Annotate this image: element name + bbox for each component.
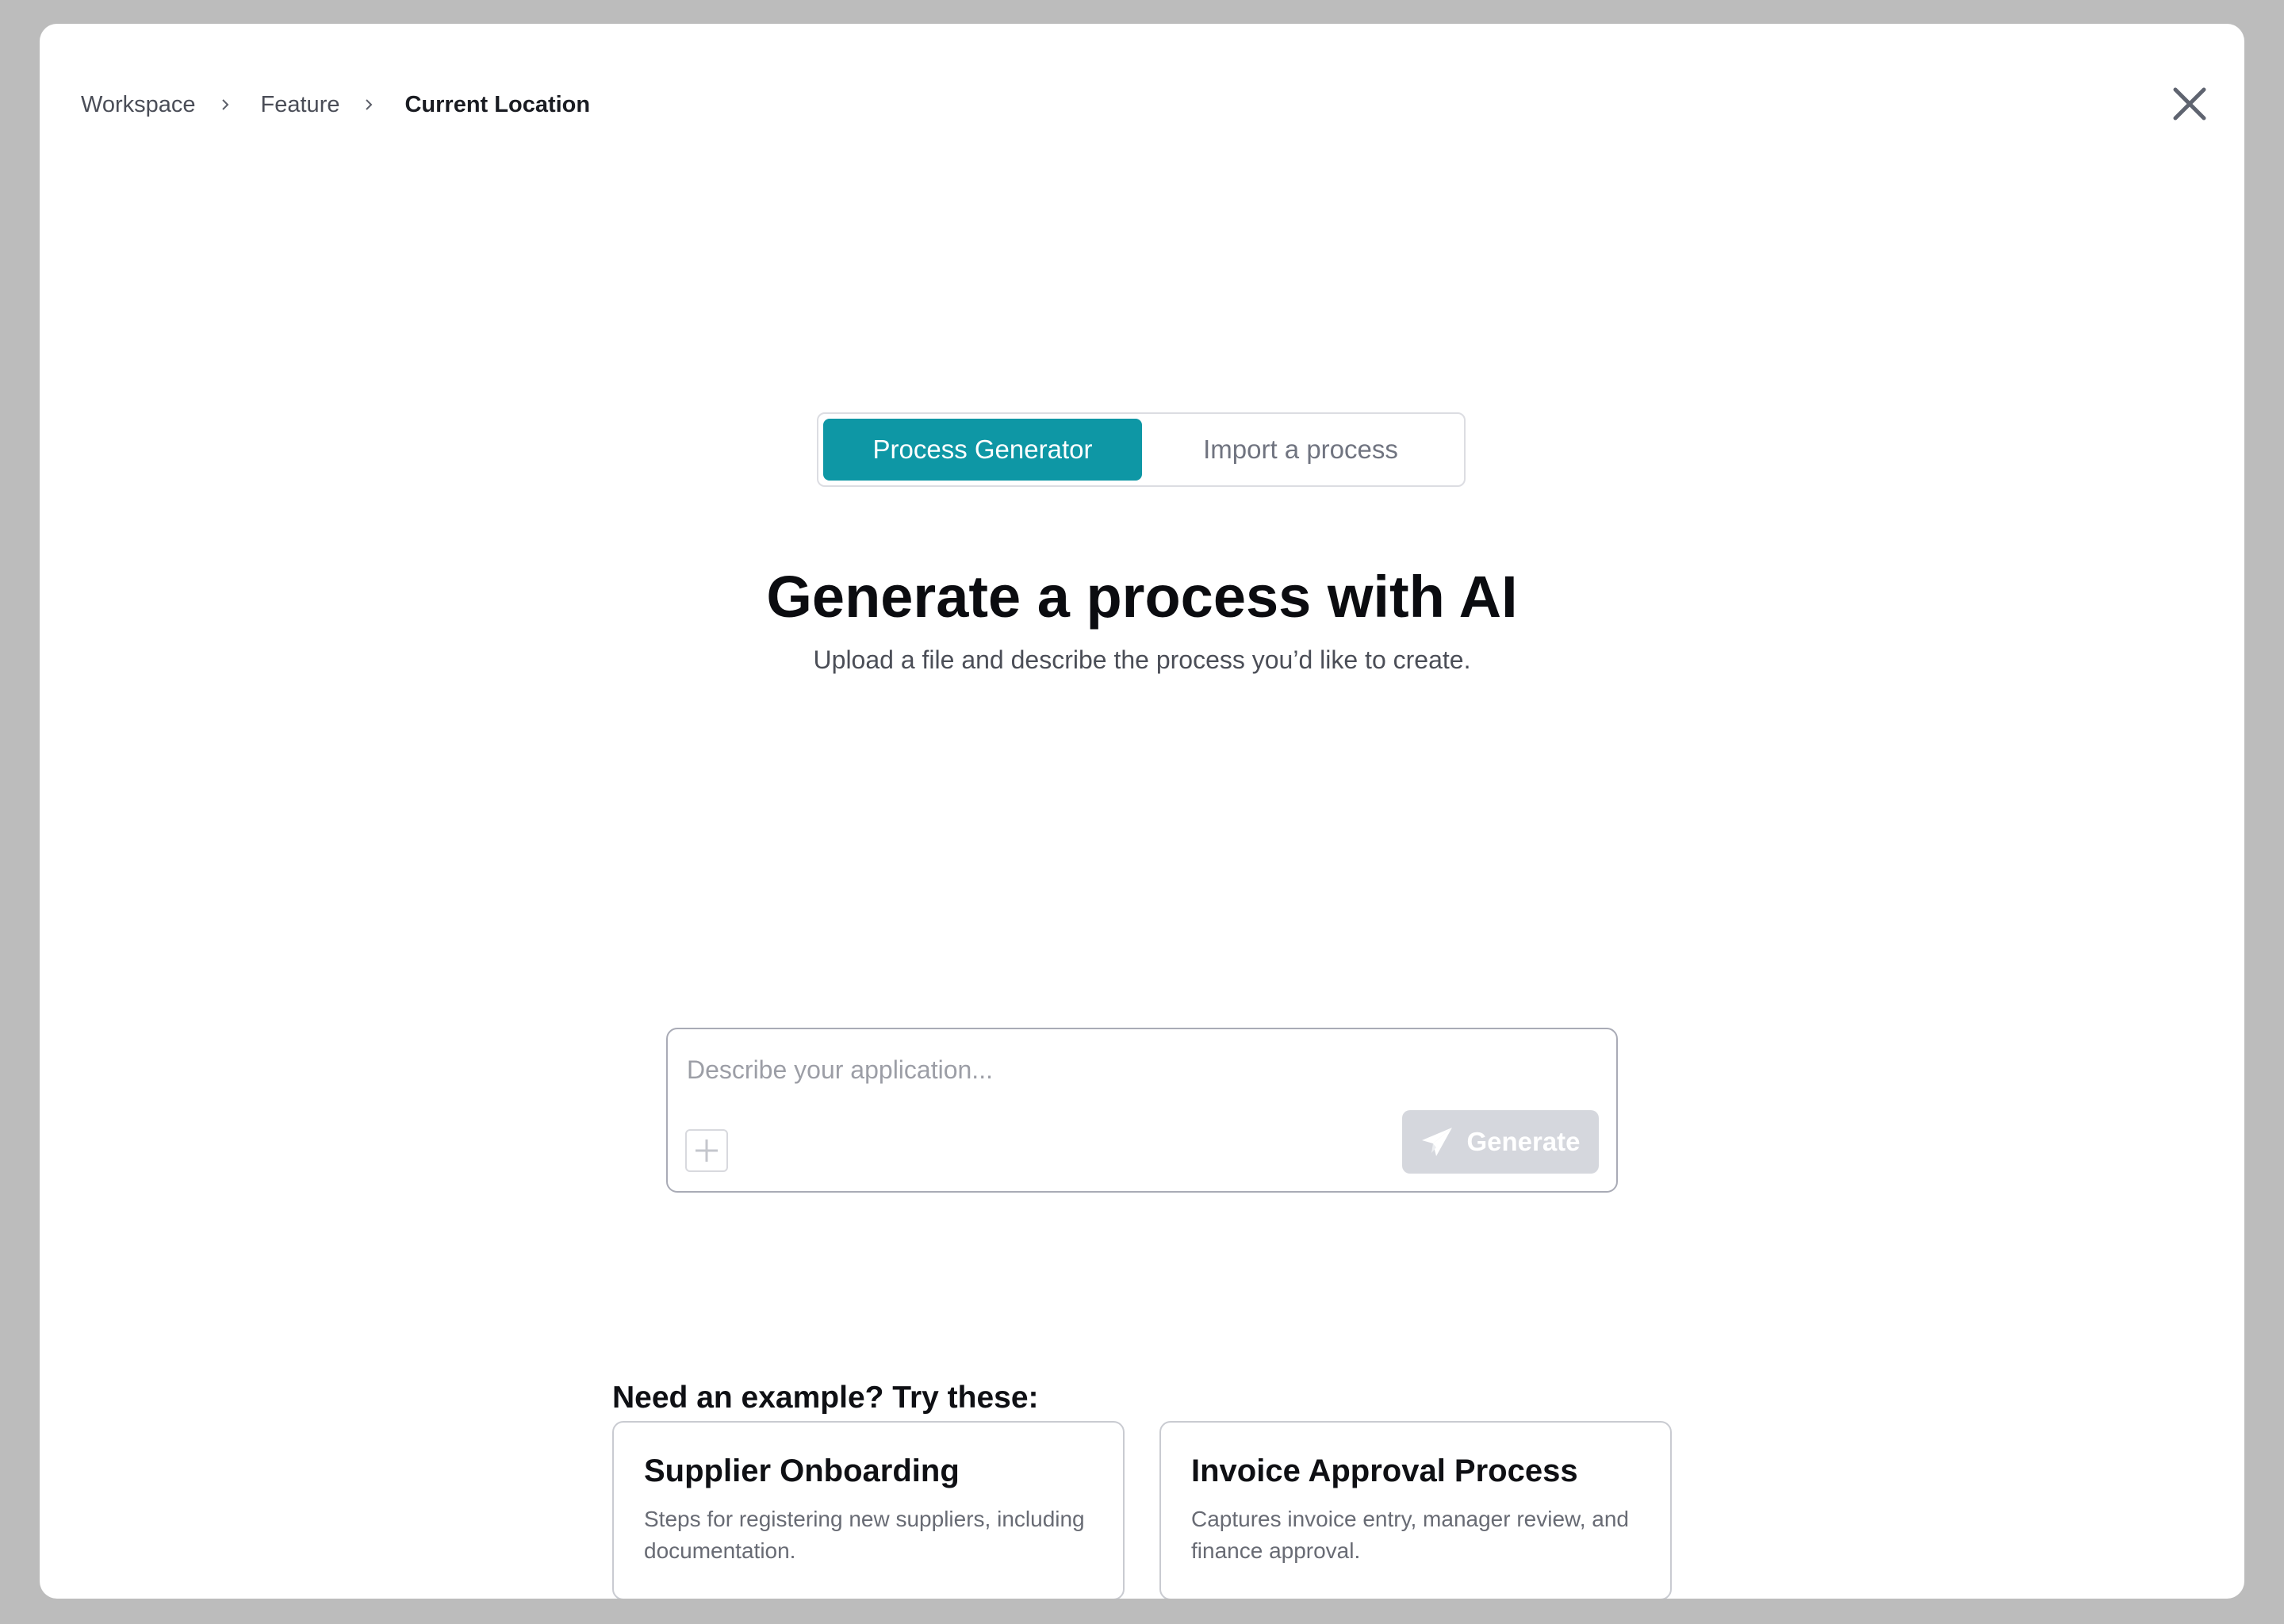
describe-application-input[interactable] [685, 1047, 1592, 1093]
generate-button[interactable]: Generate [1402, 1110, 1599, 1174]
example-card-title: Invoice Approval Process [1191, 1454, 1578, 1488]
plus-icon [696, 1139, 718, 1162]
example-card-title: Supplier Onboarding [644, 1454, 960, 1488]
process-generator-modal: Workspace Feature Current Location Proce… [40, 24, 2244, 1599]
close-button[interactable] [2165, 79, 2214, 128]
chevron-right-icon [220, 99, 231, 110]
paper-plane-icon [1422, 1128, 1453, 1156]
breadcrumb-item-workspace[interactable]: Workspace [81, 92, 196, 118]
example-card-supplier-onboarding[interactable]: Supplier Onboarding Steps for registerin… [612, 1421, 1125, 1599]
example-card-description: Captures invoice entry, manager review, … [1191, 1507, 1629, 1563]
mode-tabs: Process Generator Import a process [817, 412, 1466, 487]
tab-import-process[interactable]: Import a process [1142, 419, 1459, 481]
prompt-box: Generate [666, 1028, 1618, 1193]
page-subtitle: Upload a file and describe the process y… [813, 645, 1471, 674]
attach-file-button[interactable] [685, 1129, 728, 1172]
examples-heading: Need an example? Try these: [612, 1381, 1039, 1415]
example-card-invoice-approval[interactable]: Invoice Approval Process Captures invoic… [1159, 1421, 1672, 1599]
chevron-right-icon [363, 99, 374, 110]
page-title: Generate a process with AI [766, 564, 1518, 630]
example-card-description: Steps for registering new suppliers, inc… [644, 1507, 1085, 1563]
breadcrumb-current: Current Location [404, 91, 591, 117]
generate-button-label: Generate [1466, 1127, 1581, 1156]
breadcrumb: Workspace Feature Current Location [81, 81, 590, 128]
breadcrumb-item-feature[interactable]: Feature [261, 92, 340, 118]
tab-process-generator[interactable]: Process Generator [823, 419, 1142, 481]
close-icon [2173, 87, 2206, 121]
